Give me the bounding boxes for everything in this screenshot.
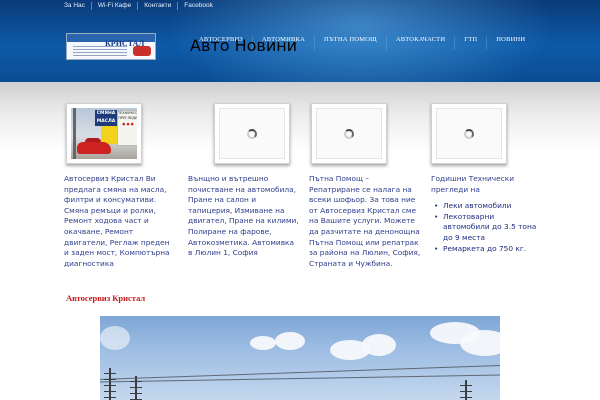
loading-spinner-icon xyxy=(247,128,257,139)
site-header: За Нас Wi-Fi Кафе Контакти Facebook КРИС… xyxy=(0,0,600,82)
nav-item-autoparts[interactable]: Автокачасти xyxy=(387,36,456,50)
list-item: Лекотоварни автомобили до 3.5 тона до 9 … xyxy=(431,212,543,244)
text-carwash: Вънщно и вътрешно почистване на автомоби… xyxy=(188,174,299,258)
car-icon xyxy=(133,46,151,56)
power-tower xyxy=(130,376,142,400)
thumb-inspection[interactable] xyxy=(431,103,507,164)
power-tower xyxy=(104,368,116,400)
nav-item-gtp[interactable]: ГТП xyxy=(455,36,488,50)
main-photo xyxy=(100,316,500,400)
nav-item-road-assistance[interactable]: Пътна помощ xyxy=(315,36,387,50)
list-item: Ремаркета до 750 кг. xyxy=(431,244,543,255)
top-link-about[interactable]: За Нас xyxy=(58,2,92,10)
top-links-bar: За Нас Wi-Fi Кафе Контакти Facebook xyxy=(0,0,600,12)
photo-sign-oil: СМЯНА МАСЛА xyxy=(95,110,117,126)
top-link-wifi-cafe[interactable]: Wi-Fi Кафе xyxy=(92,2,139,10)
inspection-list: Леки автомобили Лекотоварни автомобили д… xyxy=(431,201,543,254)
nav-subitem-auto-news[interactable]: Авто Новини xyxy=(190,36,297,55)
top-link-facebook[interactable]: Facebook xyxy=(178,2,219,10)
inspection-intro: Годишни Технически прегледи на xyxy=(431,174,515,194)
text-autoservice: Автосервиз Кристал Ви предлага смяна на … xyxy=(64,174,170,268)
list-item: Леки автомобили xyxy=(431,201,543,212)
site-logo[interactable]: КРИСТАЛ xyxy=(66,33,156,60)
thumb-carwash[interactable] xyxy=(214,103,290,164)
autoservice-photo: СМЯНА МАСЛА ТЕХНИЧЕСКИ ПРЕГЛЕДИ● ● ● xyxy=(71,108,137,159)
section-title: Автосервиз Кристал xyxy=(66,293,146,303)
loading-spinner-icon xyxy=(464,128,474,139)
photo-sign-inspection: ТЕХНИЧЕСКИ ПРЕГЛЕДИ● ● ● xyxy=(117,110,137,146)
power-tower xyxy=(460,380,472,400)
thumb-road-assistance[interactable] xyxy=(311,103,387,164)
text-road-assistance: Пътна Помощ – Репатриране се налага на в… xyxy=(309,174,421,268)
loading-spinner-icon xyxy=(344,128,354,139)
top-link-contacts[interactable]: Контакти xyxy=(138,2,179,10)
nav-item-news[interactable]: Новини xyxy=(487,36,534,50)
thumb-autoservice[interactable]: СМЯНА МАСЛА ТЕХНИЧЕСКИ ПРЕГЛЕДИ● ● ● xyxy=(66,103,142,164)
text-inspection: Годишни Технически прегледи на Леки авто… xyxy=(431,174,543,254)
